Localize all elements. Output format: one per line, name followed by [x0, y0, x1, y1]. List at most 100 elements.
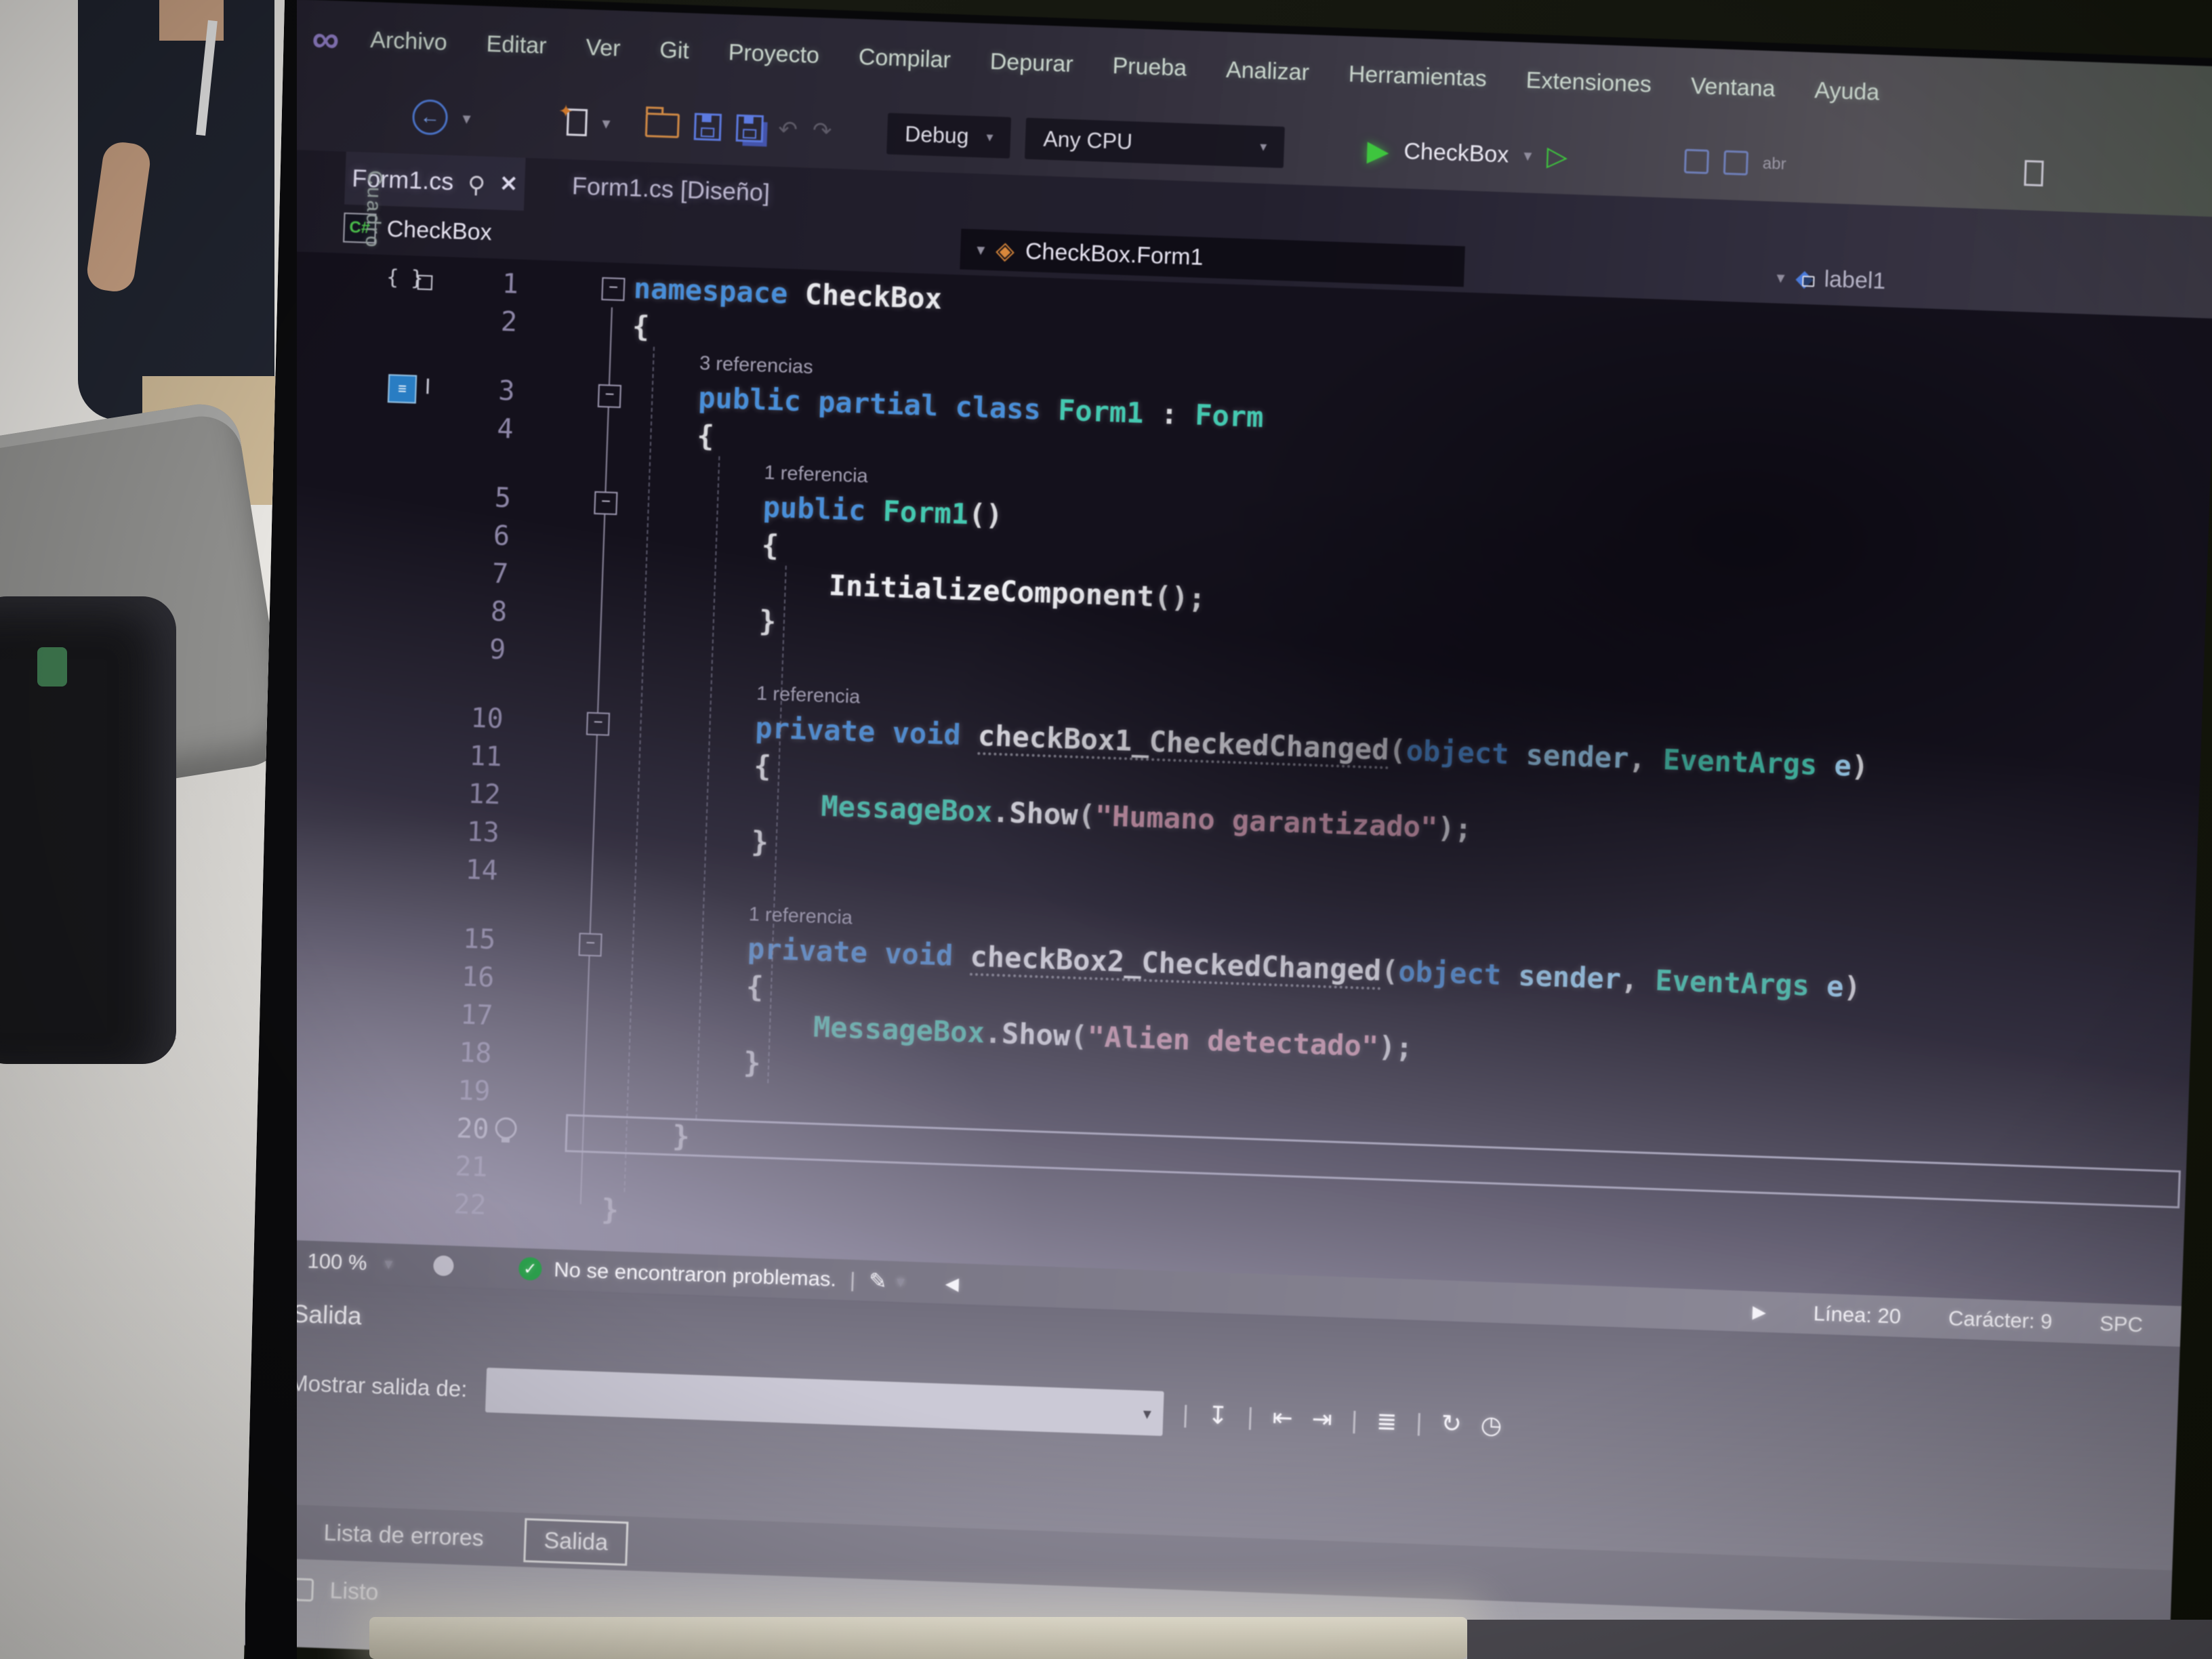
redo-icon[interactable]: ↷: [812, 117, 832, 145]
namespace-glyph-box-icon: [417, 275, 433, 291]
line-number: 18: [413, 1036, 493, 1069]
code-text: {: [761, 528, 779, 562]
member-icon: ◆: [1795, 264, 1814, 292]
show-output-label: Mostrar salida de:: [289, 1370, 468, 1402]
platform-dropdown[interactable]: Any CPU ▾: [1025, 117, 1285, 167]
codelens-references[interactable]: 1 referencia: [756, 682, 861, 708]
menu-item-ver[interactable]: Ver: [586, 34, 621, 62]
menu-item-analizar[interactable]: Analizar: [1225, 56, 1309, 85]
menu-item-ventana[interactable]: Ventana: [1690, 73, 1776, 102]
inheritance-glyph-icon: I: [424, 374, 431, 399]
navigate-back-icon[interactable]: ←: [412, 99, 449, 136]
outdent-icon[interactable]: ⇤: [1272, 1404, 1294, 1433]
member-dropdown[interactable]: ▾ ◆ label1: [1776, 258, 1887, 302]
save-icon[interactable]: [694, 113, 722, 141]
fold-collapse-icon[interactable]: −: [579, 933, 602, 956]
class-glyph-icon: ≡: [388, 374, 417, 403]
codelens-references[interactable]: 3 referencias: [699, 352, 814, 379]
status-message: Listo: [329, 1578, 379, 1605]
undo-icon[interactable]: ↶: [778, 116, 798, 144]
line-number: 2: [438, 304, 518, 338]
backpack-patch: [37, 647, 67, 687]
start-without-debug-icon[interactable]: ▷: [1547, 141, 1568, 173]
new-file-icon[interactable]: ✦: [567, 108, 588, 136]
expand-right-icon[interactable]: ▶: [1752, 1301, 1766, 1323]
laptop-keyboard: [369, 1617, 1467, 1659]
bookmark-icon[interactable]: [2024, 160, 2044, 186]
menu-item-prueba[interactable]: Prueba: [1112, 53, 1187, 82]
panel-tab-salida[interactable]: Salida: [524, 1518, 629, 1565]
menu-item-compilar[interactable]: Compilar: [858, 44, 951, 74]
code-text: {: [754, 749, 772, 783]
line-number: 3: [436, 373, 516, 407]
fold-collapse-icon[interactable]: −: [598, 384, 621, 408]
zoom-caret-icon[interactable]: ▾: [384, 1254, 393, 1273]
clear-output-icon[interactable]: ↻: [1441, 1409, 1462, 1438]
back-dropdown-caret-icon[interactable]: ▾: [462, 108, 471, 128]
collapse-left-icon[interactable]: ◀: [945, 1273, 959, 1294]
word-wrap-icon[interactable]: ≣: [1376, 1407, 1397, 1436]
output-dropdown-caret-icon: ▾: [1143, 1404, 1151, 1424]
configuration-dropdown[interactable]: Debug ▾: [886, 112, 1011, 158]
close-icon[interactable]: ✕: [499, 171, 518, 197]
code-text: }: [758, 604, 777, 638]
lightbulb-icon[interactable]: [495, 1117, 517, 1139]
codelens-references[interactable]: 1 referencia: [764, 462, 868, 488]
divider: |: [1182, 1400, 1189, 1429]
output-source-dropdown[interactable]: ▾: [485, 1368, 1164, 1436]
photo-scene: ∞ ArchivoEditarVerGitProyectoCompilarDep…: [0, 0, 2212, 1659]
configuration-caret-icon: ▾: [986, 128, 994, 145]
suggestions-pen-icon[interactable]: ✎: [868, 1268, 887, 1294]
menu-item-archivo[interactable]: Archivo: [370, 26, 448, 56]
line-number: 4: [435, 411, 514, 445]
class-icon: ◈: [996, 236, 1015, 265]
divider: |: [1351, 1406, 1358, 1435]
codelens-references[interactable]: 1 referencia: [748, 903, 853, 929]
menu-item-herramientas[interactable]: Herramientas: [1348, 61, 1487, 92]
new-file-caret-icon[interactable]: ▾: [602, 113, 611, 133]
member-name: label1: [1824, 266, 1886, 294]
platform-caret-icon: ▾: [1260, 138, 1267, 155]
divider: |: [1246, 1402, 1254, 1431]
line-number: 22: [408, 1187, 487, 1221]
menu-item-git[interactable]: Git: [659, 37, 690, 64]
save-all-icon[interactable]: [736, 115, 764, 142]
run-target-caret-icon[interactable]: ▾: [1523, 146, 1532, 165]
code-editor[interactable]: 1{ }−namespace CheckBox2{3 referencias3≡…: [251, 251, 2212, 1307]
zoom-level[interactable]: 100 %: [307, 1249, 367, 1275]
run-target-label[interactable]: CheckBox: [1404, 138, 1509, 168]
toolbar-extra-icon-2[interactable]: [1723, 150, 1748, 176]
lock-icon: [1802, 276, 1815, 287]
class-name: CheckBox.Form1: [1025, 238, 1204, 270]
fold-collapse-icon[interactable]: −: [586, 712, 610, 736]
encoding-indicator: SPC: [2100, 1311, 2144, 1337]
panel-tab-lista-de-errores[interactable]: Lista de errores: [306, 1512, 502, 1559]
member-caret-icon: ▾: [1776, 268, 1785, 287]
menu-item-ayuda[interactable]: Ayuda: [1814, 77, 1880, 106]
menu-item-proyecto[interactable]: Proyecto: [728, 39, 819, 69]
code-text: }: [601, 1193, 619, 1227]
open-folder-icon[interactable]: [645, 112, 680, 138]
fold-collapse-icon[interactable]: −: [594, 491, 617, 515]
menu-item-extensiones[interactable]: Extensiones: [1525, 67, 1652, 98]
line-number: 7: [430, 556, 509, 590]
line-number: 17: [415, 998, 494, 1031]
fold-collapse-icon[interactable]: −: [601, 277, 625, 301]
goto-end-icon[interactable]: ↧: [1207, 1401, 1229, 1430]
clock-icon[interactable]: ◷: [1480, 1410, 1502, 1439]
menu-item-depurar[interactable]: Depurar: [989, 48, 1073, 77]
platform-value: Any CPU: [1043, 126, 1133, 155]
pin-icon[interactable]: [470, 176, 484, 190]
line-number: 6: [431, 518, 510, 552]
line-indicator: Línea: 20: [1813, 1301, 1901, 1328]
line-number: 12: [422, 777, 501, 811]
code-text: {: [632, 310, 650, 344]
output-panel-title: Salida: [291, 1300, 362, 1331]
line-number: 8: [428, 594, 508, 628]
toolbar-extra-icon-1[interactable]: [1683, 149, 1708, 174]
indent-icon[interactable]: ⇥: [1311, 1405, 1333, 1434]
editor-tab[interactable]: Form1.cs [Diseño]: [565, 159, 778, 220]
pen-caret-icon[interactable]: ▾: [896, 1272, 905, 1292]
start-debug-icon[interactable]: ▶: [1366, 134, 1389, 167]
menu-item-editar[interactable]: Editar: [486, 30, 547, 59]
